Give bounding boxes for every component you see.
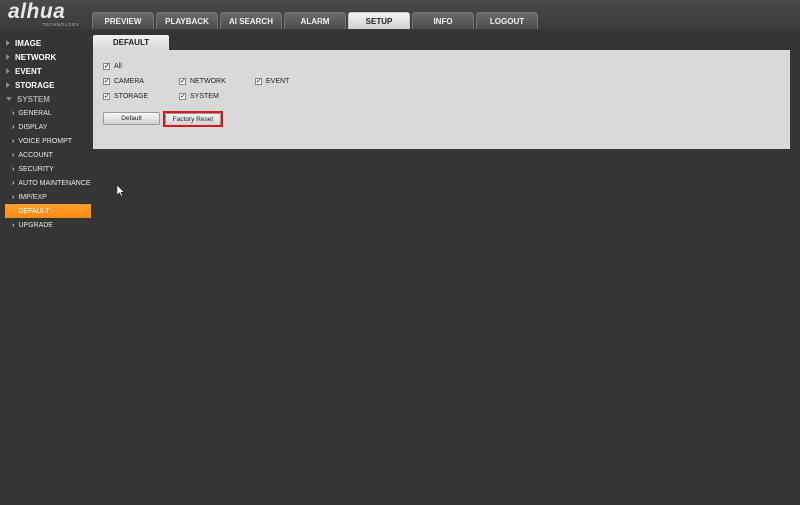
chevron-right-icon: › [12, 137, 15, 145]
sidebar-item-label: AUTO MAINTENANCE [18, 179, 91, 187]
sidebar-category-network[interactable]: NETWORK [0, 50, 92, 64]
chevron-right-icon: › [12, 165, 15, 173]
checkbox-label: EVENT [266, 78, 290, 85]
sidebar-item-label: DEFAULT [18, 207, 50, 215]
tab-setup[interactable]: SETUP [348, 12, 410, 29]
sidebar-category-event[interactable]: EVENT [0, 64, 92, 78]
sidebar-category-label: IMAGE [15, 38, 42, 48]
checkbox-label: CAMERA [114, 78, 144, 85]
sidebar-category-storage[interactable]: STORAGE [0, 78, 92, 92]
checkbox-checked-icon: ✓ [103, 93, 110, 100]
sidebar-item-general[interactable]: › GENERAL [0, 106, 92, 120]
sidebar-item-label: SECURITY [18, 165, 54, 173]
dahua-logo: alhua TECHNOLOGY [8, 0, 82, 28]
logo-subtext: TECHNOLOGY [42, 22, 80, 27]
sidebar-item-account[interactable]: › ACCOUNT [0, 148, 92, 162]
sidebar-item-label: IMP/EXP [18, 193, 47, 201]
chevron-right-icon: › [12, 123, 15, 131]
tab-playback[interactable]: PLAYBACK [156, 12, 218, 29]
sidebar-category-label: EVENT [15, 66, 42, 76]
default-settings-panel: ✓ All ✓ CAMERA ✓ NETWORK ✓ EVENT ✓ STORA… [93, 50, 790, 149]
expand-arrow-icon [6, 82, 10, 88]
checkbox-label: STORAGE [114, 93, 149, 100]
checkbox-checked-icon: ✓ [103, 78, 110, 85]
checkbox-all[interactable]: ✓ All [103, 63, 122, 70]
tab-info[interactable]: INFO [412, 12, 474, 29]
content-tab-default[interactable]: DEFAULT [93, 35, 169, 50]
checkbox-checked-icon: ✓ [103, 63, 110, 70]
tab-preview[interactable]: PREVIEW [92, 12, 154, 29]
factory-reset-button[interactable]: Factory Reset [165, 113, 221, 126]
checkbox-event[interactable]: ✓ EVENT [255, 78, 289, 85]
expand-arrow-icon [6, 68, 10, 74]
sidebar-category-label: STORAGE [15, 80, 55, 90]
main-nav-tabs: PREVIEW PLAYBACK AI SEARCH ALARM SETUP I… [92, 12, 540, 30]
tab-alarm[interactable]: ALARM [284, 12, 346, 29]
sidebar-category-image[interactable]: IMAGE [0, 36, 92, 50]
sidebar-item-label: ACCOUNT [18, 151, 53, 159]
sidebar-item-label: UPGRADE [18, 221, 53, 229]
logo-text: alhua [8, 0, 66, 23]
tab-ai-search[interactable]: AI SEARCH [220, 12, 282, 29]
sidebar-item-upgrade[interactable]: › UPGRADE [0, 218, 92, 232]
setup-sidebar: IMAGE NETWORK EVENT STORAGE SYSTEM › GEN… [0, 36, 92, 232]
checkbox-label: NETWORK [190, 78, 226, 85]
sidebar-item-auto-maintenance[interactable]: › AUTO MAINTENANCE [0, 176, 92, 190]
checkbox-network[interactable]: ✓ NETWORK [179, 78, 226, 85]
checkbox-checked-icon: ✓ [255, 78, 262, 85]
sidebar-item-security[interactable]: › SECURITY [0, 162, 92, 176]
chevron-right-icon: › [12, 109, 15, 117]
sidebar-item-voice-prompt[interactable]: › VOICE PROMPT [0, 134, 92, 148]
chevron-right-icon: › [12, 179, 15, 187]
sidebar-item-label: DISPLAY [18, 123, 48, 131]
checkbox-label: SYSTEM [190, 93, 219, 100]
checkbox-camera[interactable]: ✓ CAMERA [103, 78, 144, 85]
chevron-right-icon: › [12, 221, 15, 229]
expand-arrow-icon [6, 40, 10, 46]
mouse-cursor-icon [117, 185, 125, 197]
checkbox-checked-icon: ✓ [179, 93, 186, 100]
expand-arrow-icon [6, 54, 10, 60]
tab-logout[interactable]: LOGOUT [476, 12, 538, 29]
chevron-right-icon: › [12, 151, 15, 159]
checkbox-system[interactable]: ✓ SYSTEM [179, 93, 219, 100]
sidebar-item-label: VOICE PROMPT [18, 137, 73, 145]
checkbox-label: All [114, 63, 122, 70]
sidebar-category-label: NETWORK [15, 52, 57, 62]
chevron-right-icon: › [12, 193, 15, 201]
sidebar-item-imp-exp[interactable]: › IMP/EXP [0, 190, 92, 204]
collapse-arrow-icon [6, 97, 12, 101]
default-button[interactable]: Default [103, 112, 160, 125]
top-bar: alhua TECHNOLOGY PREVIEW PLAYBACK AI SEA… [0, 0, 800, 30]
checkbox-checked-icon: ✓ [179, 78, 186, 85]
checkbox-storage[interactable]: ✓ STORAGE [103, 93, 148, 100]
sidebar-item-label: GENERAL [18, 109, 52, 117]
sidebar-category-system[interactable]: SYSTEM [0, 92, 92, 106]
sidebar-item-default[interactable]: › DEFAULT [5, 204, 91, 218]
sidebar-category-label: SYSTEM [17, 94, 50, 104]
sidebar-item-display[interactable]: › DISPLAY [0, 120, 92, 134]
